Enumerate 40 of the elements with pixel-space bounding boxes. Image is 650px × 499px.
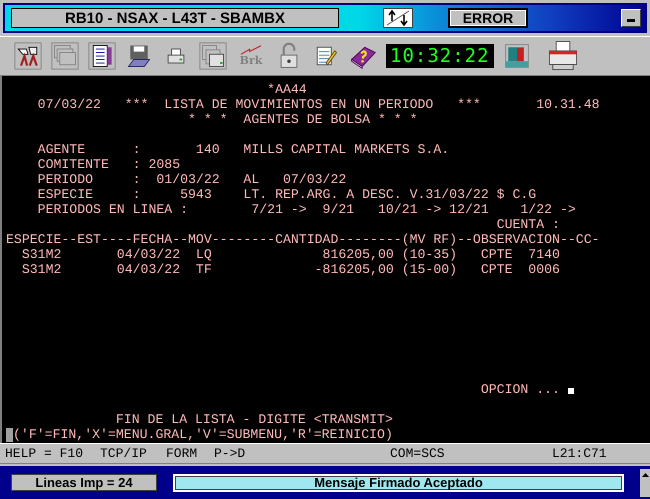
lightning-icon: [238, 45, 264, 55]
digital-clock: 10:32:22: [386, 44, 494, 68]
exit-door-icon[interactable]: [502, 42, 531, 70]
break-button[interactable]: Brk: [236, 42, 266, 70]
terminal-line: AGENTE : 140 MILLS CAPITAL MARKETS S.A.: [36, 142, 450, 157]
terminal-line: ESPECIE : 5943 LT. REP.ARG. A DESC. V.31/03/22 $ C.G: [36, 187, 536, 202]
up-down-arrows-icon: [385, 9, 411, 27]
error-indicator: ERROR: [448, 8, 528, 28]
terminal-line: CUENTA :: [496, 217, 560, 232]
message-field: Mensaje Firmado Aceptado: [173, 474, 624, 492]
terminal-line: ('F'=FIN,'X'=MENU.GRAL,'V'=SUBMENU,'R'=REINICIO): [13, 427, 393, 442]
status-item: COM=SCS: [390, 445, 445, 462]
scroll-up-button[interactable]: [640, 468, 650, 496]
print-lines-field: Lineas Imp = 24: [11, 474, 157, 491]
up-arrow-icon: [642, 472, 648, 476]
minimize-icon: [627, 19, 635, 22]
minimize-button[interactable]: [621, 9, 641, 27]
status-item: FORM: [166, 445, 198, 462]
status-item: HELP = F10: [5, 445, 84, 462]
terminal-line: *AA44: [266, 82, 307, 97]
cursor: [6, 428, 13, 442]
tools-icon[interactable]: [14, 42, 42, 70]
cursor: [568, 388, 574, 394]
status-item: P->D: [214, 445, 246, 462]
terminal-line: S31M2 04/03/22 LQ 816205,00 (10-35) CPTE 7140: [20, 247, 560, 262]
swap-button[interactable]: [383, 8, 413, 28]
status-item: TCP/IP: [100, 445, 147, 462]
option-prompt: OPCION ...: [480, 382, 560, 397]
terminal-line: PERIODO : 01/03/22 AL 07/03/22: [36, 172, 346, 187]
document-list-icon[interactable]: [88, 42, 116, 70]
terminal-line: ESPECIE--EST----FECHA--MOV--------CANTIDAD--------(MV RF)--OBSERVACION--CC-: [6, 232, 600, 247]
terminal-line: 07/03/22 *** LISTA DE MOVIMIENTOS EN UN PERIODO *** 10.31.48: [36, 97, 600, 112]
terminal-line: S31M2 04/03/22 TF -816205,00 (15-00) CPTE 0006: [20, 262, 560, 277]
status-item: L21:C71: [552, 445, 607, 462]
terminal-line: * * * AGENTES DE BOLSA * * *: [187, 112, 418, 127]
terminal-line: PERIODOS EN LINEA : 7/21 -> 9/21 10/21 -> 12/21 1/22 ->: [36, 202, 576, 217]
session-title: RB10 - NSAX - L43T - SBAMBX: [11, 8, 339, 28]
terminal-line: COMITENTE : 2085: [36, 157, 180, 172]
stacked-windows-icon[interactable]: [199, 42, 227, 70]
terminal-line: FIN DE LA LISTA - DIGITE <TRANSMIT>: [114, 412, 393, 427]
